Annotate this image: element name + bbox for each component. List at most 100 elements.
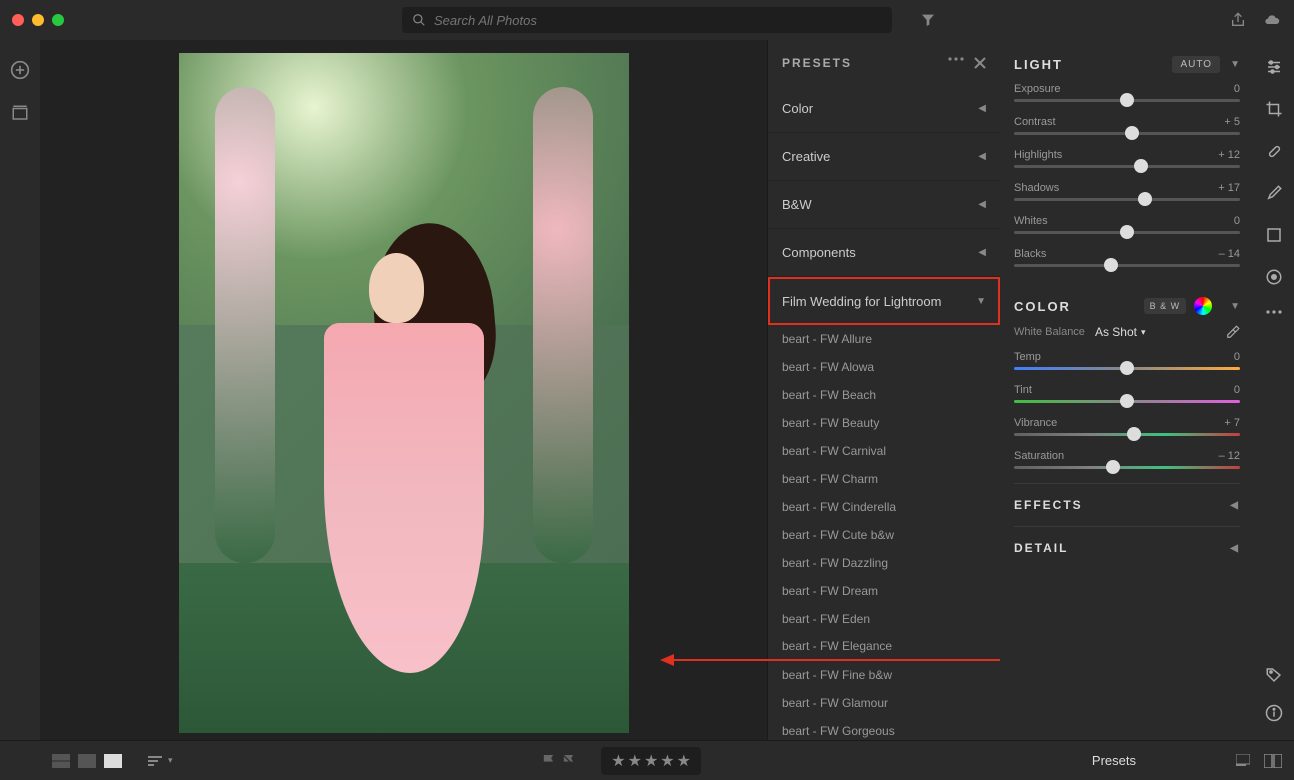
preset-item[interactable]: beart - FW Cute b&w [768, 521, 1000, 549]
slider-track[interactable] [1014, 264, 1240, 267]
preset-group-bw[interactable]: B&W ◀ [768, 181, 1000, 229]
photo-preview[interactable] [179, 53, 629, 733]
color-mixer-icon[interactable] [1194, 297, 1212, 315]
presets-scroll[interactable]: Color ◀ Creative ◀ B&W ◀ Components ◀ Fi… [768, 85, 1000, 740]
cloud-icon[interactable] [1262, 12, 1282, 28]
presets-tab[interactable]: Presets [992, 753, 1236, 768]
info-icon[interactable] [1265, 704, 1283, 722]
search-input[interactable] [434, 13, 882, 28]
slider-thumb[interactable] [1120, 225, 1134, 239]
star-icon[interactable]: ★ [677, 751, 691, 771]
sort-button[interactable]: ▾ [148, 755, 173, 767]
close-presets-icon[interactable] [974, 57, 986, 69]
preset-group-label: Creative [782, 149, 830, 164]
healing-icon[interactable] [1265, 142, 1283, 160]
bottombar-center: ★ ★ ★ ★ ★ [541, 747, 701, 775]
preset-item[interactable]: beart - FW Dazzling [768, 549, 1000, 577]
slider-track[interactable] [1014, 367, 1240, 370]
close-window[interactable] [12, 14, 24, 26]
slider-track[interactable] [1014, 466, 1240, 469]
star-icon[interactable]: ★ [628, 751, 642, 771]
flag-pick-icon[interactable] [541, 753, 557, 769]
slider-track[interactable] [1014, 231, 1240, 234]
slider-value: 0 [1234, 351, 1240, 363]
light-title: LIGHT [1014, 57, 1063, 72]
slider-saturation: Saturation – 12 [1014, 450, 1240, 469]
library-icon[interactable] [11, 104, 29, 122]
square-grid-button[interactable] [78, 754, 96, 768]
rating-stars[interactable]: ★ ★ ★ ★ ★ [601, 747, 701, 775]
slider-thumb[interactable] [1104, 258, 1118, 272]
flag-reject-icon[interactable] [561, 753, 577, 769]
slider-track[interactable] [1014, 400, 1240, 403]
slider-blacks: Blacks – 14 [1014, 248, 1240, 267]
slider-track[interactable] [1014, 165, 1240, 168]
slider-track[interactable] [1014, 433, 1240, 436]
filter-icon[interactable] [920, 12, 936, 28]
presets-menu-icon[interactable] [948, 57, 964, 69]
add-photo-icon[interactable] [10, 60, 30, 80]
preset-item[interactable]: beart - FW Eden [768, 605, 1000, 633]
preset-item[interactable]: beart - FW Carnival [768, 437, 1000, 465]
slider-track[interactable] [1014, 198, 1240, 201]
star-icon[interactable]: ★ [660, 751, 674, 771]
more-icon[interactable] [1266, 310, 1282, 314]
preset-group-components[interactable]: Components ◀ [768, 229, 1000, 277]
slider-temp: Temp 0 [1014, 351, 1240, 370]
grid-view-button[interactable] [52, 754, 70, 768]
slider-thumb[interactable] [1120, 93, 1134, 107]
slider-thumb[interactable] [1106, 460, 1120, 474]
star-icon[interactable]: ★ [611, 751, 625, 771]
radial-gradient-icon[interactable] [1265, 268, 1283, 286]
chevron-down-icon[interactable]: ▼ [1230, 59, 1240, 70]
preset-item[interactable]: beart - FW Charm [768, 465, 1000, 493]
preset-item[interactable]: beart - FW Dream [768, 577, 1000, 605]
maximize-window[interactable] [52, 14, 64, 26]
crop-icon[interactable] [1265, 100, 1283, 118]
star-icon[interactable]: ★ [644, 751, 658, 771]
right-rail [1254, 40, 1294, 740]
wb-dropdown[interactable]: As Shot ▾ [1095, 325, 1146, 339]
preset-group-film-wedding[interactable]: Film Wedding for Lightroom ▼ [768, 277, 1000, 325]
light-section-header: LIGHT AUTO ▼ [1014, 56, 1240, 73]
preset-group-creative[interactable]: Creative ◀ [768, 133, 1000, 181]
slider-track[interactable] [1014, 99, 1240, 102]
compare-icon[interactable] [1264, 754, 1282, 768]
slider-value: + 7 [1224, 417, 1240, 429]
minimize-window[interactable] [32, 14, 44, 26]
single-view-button[interactable] [104, 754, 122, 768]
detail-section[interactable]: DETAIL ◀ [1014, 526, 1240, 569]
slider-thumb[interactable] [1127, 427, 1141, 441]
slider-thumb[interactable] [1120, 361, 1134, 375]
chevron-left-icon: ◀ [978, 151, 986, 162]
slider-track[interactable] [1014, 132, 1240, 135]
eyedropper-icon[interactable] [1226, 325, 1240, 339]
preset-item[interactable]: beart - FW Allure [768, 325, 1000, 353]
bw-button[interactable]: B & W [1144, 298, 1187, 314]
search-container[interactable] [402, 7, 892, 33]
titlebar [0, 0, 1294, 40]
slider-label: Shadows [1014, 182, 1059, 194]
effects-section[interactable]: EFFECTS ◀ [1014, 483, 1240, 526]
slider-shadows: Shadows + 17 [1014, 182, 1240, 201]
chevron-down-icon[interactable]: ▼ [1230, 301, 1240, 312]
canvas-area[interactable] [40, 40, 767, 740]
sliders-icon[interactable] [1265, 58, 1283, 76]
slider-thumb[interactable] [1120, 394, 1134, 408]
slider-thumb[interactable] [1125, 126, 1139, 140]
preset-item[interactable]: beart - FW Beauty [768, 409, 1000, 437]
preset-item[interactable]: beart - FW Cinderella [768, 493, 1000, 521]
linear-gradient-icon[interactable] [1265, 226, 1283, 244]
slider-thumb[interactable] [1134, 159, 1148, 173]
preset-group-label: B&W [782, 197, 812, 212]
preset-group-color[interactable]: Color ◀ [768, 85, 1000, 133]
share-icon[interactable] [1230, 12, 1246, 28]
tag-icon[interactable] [1265, 666, 1283, 684]
auto-button[interactable]: AUTO [1172, 56, 1220, 73]
preset-item[interactable]: beart - FW Beach [768, 381, 1000, 409]
preset-item[interactable]: beart - FW Glamour [768, 689, 1000, 717]
slider-thumb[interactable] [1138, 192, 1152, 206]
preset-item[interactable]: beart - FW Gorgeous [768, 717, 1000, 740]
preset-item[interactable]: beart - FW Alowa [768, 353, 1000, 381]
brush-icon[interactable] [1265, 184, 1283, 202]
